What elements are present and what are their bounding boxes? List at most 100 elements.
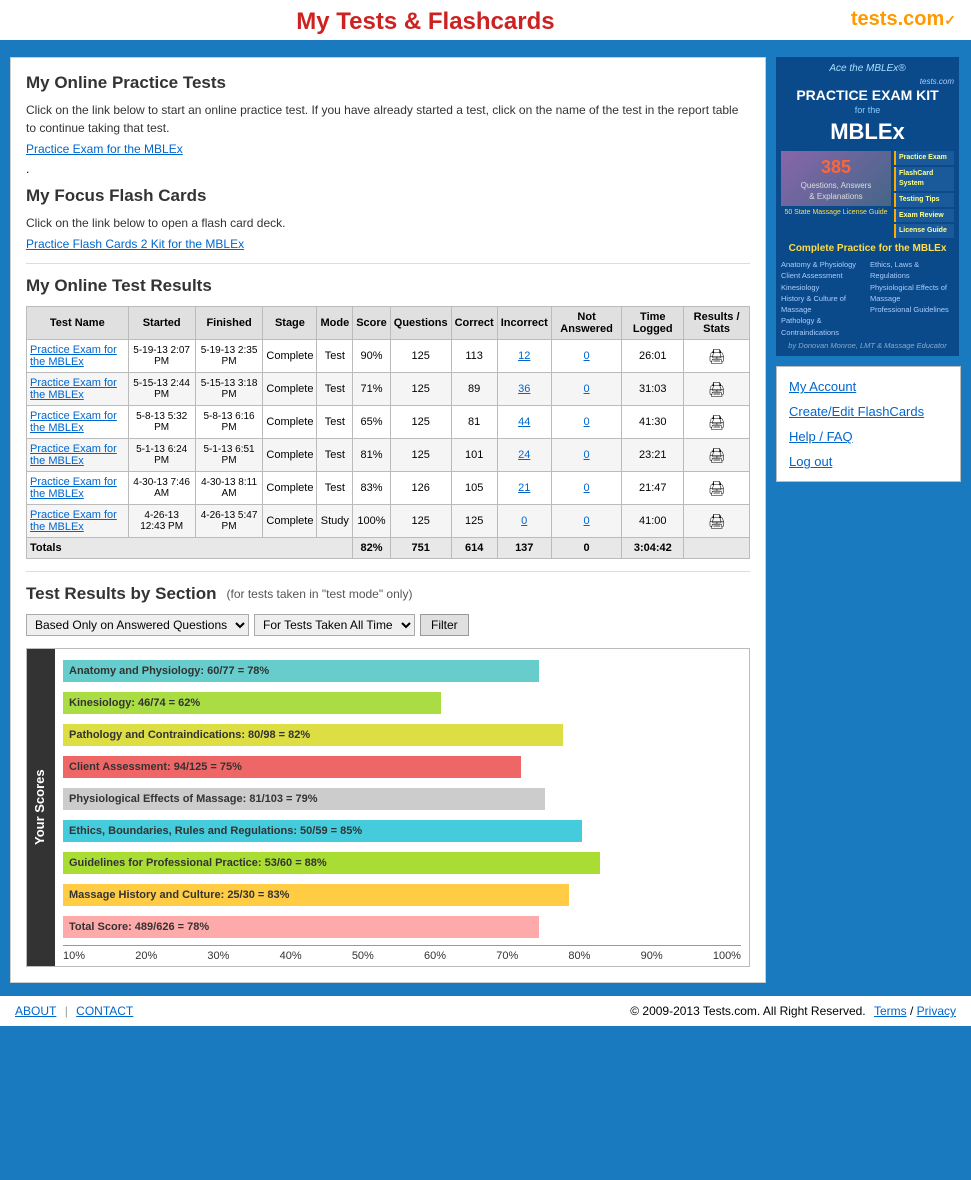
cell-started: 5-15-13 2:44 PM <box>128 373 195 406</box>
cell-score: 83% <box>353 472 391 505</box>
cell-icon[interactable]: 🖨 <box>684 406 750 439</box>
bar-fill: Ethics, Boundaries, Rules and Regulation… <box>63 820 582 842</box>
ad-topics: Anatomy & Physiology Client Assessment K… <box>781 259 954 338</box>
bar-label: Pathology and Contraindications: 80/98 =… <box>69 729 310 741</box>
ad-right-items: Practice Exam FlashCard System Testing T… <box>894 151 954 238</box>
logo-checkmark: ✓ <box>944 12 956 28</box>
logo-accent: com <box>903 8 944 30</box>
cell-not-answered[interactable]: 0 <box>551 439 622 472</box>
footer-contact[interactable]: CONTACT <box>76 1004 133 1018</box>
bar-label-container: Total Score: 489/626 = 78% <box>63 916 741 938</box>
cell-name[interactable]: Practice Exam for the MBLEx <box>27 439 129 472</box>
bar-fill: Massage History and Culture: 25/30 = 83% <box>63 884 569 906</box>
cell-finished: 4-30-13 8:11 AM <box>195 472 263 505</box>
footer-terms[interactable]: Terms <box>874 1004 907 1018</box>
cell-name[interactable]: Practice Exam for the MBLEx <box>27 406 129 439</box>
bar-fill: Guidelines for Professional Practice: 53… <box>63 852 600 874</box>
ad-item-tips: Testing Tips <box>894 193 954 207</box>
footer-copyright: © 2009-2013 Tests.com. All Right Reserve… <box>630 1004 956 1018</box>
footer-privacy[interactable]: Privacy <box>917 1004 956 1018</box>
cell-icon[interactable]: 🖨 <box>684 505 750 538</box>
cell-mode: Study <box>317 505 353 538</box>
nav-create-flashcards[interactable]: Create/Edit FlashCards <box>789 404 948 419</box>
ad-item-practice: Practice Exam <box>894 151 954 165</box>
cell-incorrect[interactable]: 36 <box>497 373 551 406</box>
cell-not-answered[interactable]: 0 <box>551 505 622 538</box>
bar-label-container: Ethics, Boundaries, Rules and Regulation… <box>63 820 741 842</box>
table-row: Practice Exam for the MBLEx 5-8-13 5:32 … <box>27 406 750 439</box>
cell-name[interactable]: Practice Exam for the MBLEx <box>27 340 129 373</box>
ad-number: 385 <box>801 155 872 180</box>
sidebar-ad: Ace the MBLEx® tests.com PRACTICE EXAM K… <box>776 57 959 356</box>
cell-icon[interactable]: 🖨 <box>684 373 750 406</box>
cell-name[interactable]: Practice Exam for the MBLEx <box>27 373 129 406</box>
cell-icon[interactable]: 🖨 <box>684 439 750 472</box>
flashcards-link[interactable]: Practice Flash Cards 2 Kit for the MBLEx <box>26 237 244 251</box>
ad-image-placeholder: 385 Questions, Answers& Explanations <box>781 151 891 206</box>
ad-topic5: Pathology & Contraindications <box>781 315 865 338</box>
cell-finished: 5-15-13 3:18 PM <box>195 373 263 406</box>
online-tests-link[interactable]: Practice Exam for the MBLEx <box>26 142 183 156</box>
bar-fill: Physiological Effects of Massage: 81/103… <box>63 788 545 810</box>
cell-not-answered[interactable]: 0 <box>551 373 622 406</box>
cell-started: 5-1-13 6:24 PM <box>128 439 195 472</box>
cell-finished: 5-8-13 6:16 PM <box>195 406 263 439</box>
cell-icon[interactable]: 🖨 <box>684 340 750 373</box>
filter-dropdown1[interactable]: Based Only on Answered Questions <box>26 614 249 636</box>
cell-time: 41:30 <box>622 406 684 439</box>
ad-topic3: Kinesiology <box>781 282 865 293</box>
cell-finished: 4-26-13 5:47 PM <box>195 505 263 538</box>
footer-separator: | <box>65 1004 68 1018</box>
bar-fill: Client Assessment: 94/125 = 75% <box>63 756 521 778</box>
cell-incorrect[interactable]: 44 <box>497 406 551 439</box>
flashcards-title: My Focus Flash Cards <box>26 186 750 206</box>
footer: ABOUT | CONTACT © 2009-2013 Tests.com. A… <box>0 993 971 1026</box>
cell-finished: 5-19-13 2:35 PM <box>195 340 263 373</box>
cell-questions: 125 <box>390 505 451 538</box>
filter-dropdown2[interactable]: For Tests Taken All Time <box>254 614 415 636</box>
bar-chart: Your Scores Anatomy and Physiology: 60/7… <box>26 648 750 967</box>
ad-topic4: History & Culture of Massage <box>781 293 865 316</box>
cell-incorrect[interactable]: 24 <box>497 439 551 472</box>
ad-complete-text: Complete Practice for the MBLEx <box>781 242 954 256</box>
filter-button[interactable]: Filter <box>420 614 469 636</box>
col-not-answered: Not Answered <box>551 307 622 340</box>
cell-stage: Complete <box>263 406 317 439</box>
cell-incorrect[interactable]: 0 <box>497 505 551 538</box>
cell-incorrect[interactable]: 21 <box>497 472 551 505</box>
bar-row: Ethics, Boundaries, Rules and Regulation… <box>63 817 741 845</box>
col-questions: Questions <box>390 307 451 340</box>
col-started: Started <box>128 307 195 340</box>
cell-not-answered[interactable]: 0 <box>551 406 622 439</box>
x-axis-label: 10% <box>63 950 85 962</box>
cell-stage: Complete <box>263 340 317 373</box>
cell-not-answered[interactable]: 0 <box>551 340 622 373</box>
cell-not-answered[interactable]: 0 <box>551 472 622 505</box>
cell-incorrect[interactable]: 12 <box>497 340 551 373</box>
nav-log-out[interactable]: Log out <box>789 454 948 469</box>
cell-stage: Complete <box>263 505 317 538</box>
cell-icon[interactable]: 🖨 <box>684 472 750 505</box>
ad-item-review: Exam Review <box>894 209 954 223</box>
col-time: Time Logged <box>622 307 684 340</box>
cell-questions: 125 <box>390 406 451 439</box>
nav-help-faq[interactable]: Help / FAQ <box>789 429 948 444</box>
cell-correct: 125 <box>451 505 497 538</box>
cell-name[interactable]: Practice Exam for the MBLEx <box>27 505 129 538</box>
bar-label: Ethics, Boundaries, Rules and Regulation… <box>69 825 362 837</box>
cell-correct: 113 <box>451 340 497 373</box>
table-row: Practice Exam for the MBLEx 5-19-13 2:07… <box>27 340 750 373</box>
cell-name[interactable]: Practice Exam for the MBLEx <box>27 472 129 505</box>
col-test-name: Test Name <box>27 307 129 340</box>
bar-label-container: Guidelines for Professional Practice: 53… <box>63 852 741 874</box>
flashcards-desc: Click on the link below to open a flash … <box>26 214 750 232</box>
table-totals-row: Totals 82% 751 614 137 0 3:04:42 <box>27 538 750 559</box>
ad-item-license: License Guide <box>894 224 954 238</box>
separator1: . <box>26 162 750 176</box>
col-incorrect: Incorrect <box>497 307 551 340</box>
table-row: Practice Exam for the MBLEx 5-1-13 6:24 … <box>27 439 750 472</box>
footer-about[interactable]: ABOUT <box>15 1004 56 1018</box>
ad-image-area: 385 Questions, Answers& Explanations 50 … <box>781 151 891 238</box>
nav-my-account[interactable]: My Account <box>789 379 948 394</box>
ad-topic6: Ethics, Laws & Regulations <box>870 259 954 282</box>
